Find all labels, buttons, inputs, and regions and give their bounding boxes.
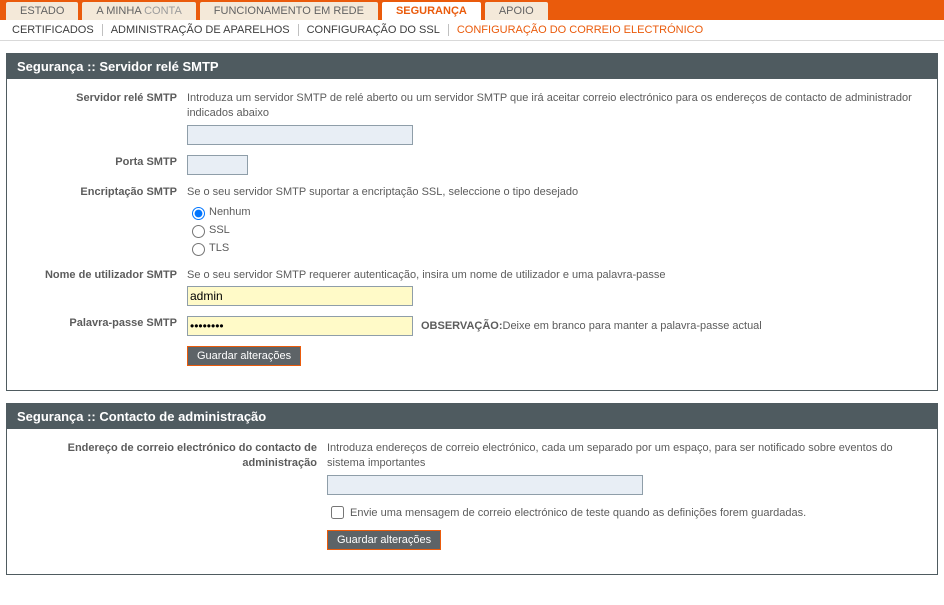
smtp-encryption-desc: Se o seu servidor SMTP suportar a encrip… (187, 185, 927, 200)
tab-seguranca[interactable]: SEGURANÇA (382, 2, 481, 20)
primary-tab-bar: ESTADO A MINHA CONTA FUNCIONAMENTO EM RE… (0, 0, 944, 20)
panel-smtp-relay-body: Servidor relé SMTP Introduza um servidor… (7, 79, 937, 390)
subtab-certificados[interactable]: CERTIFICADOS (4, 24, 103, 36)
tab-rede[interactable]: FUNCIONAMENTO EM REDE (200, 2, 378, 20)
smtp-encryption-ssl-radio[interactable] (192, 225, 205, 238)
smtp-relay-label: Servidor relé SMTP (17, 91, 187, 106)
smtp-encryption-ssl-label: SSL (209, 224, 230, 236)
tab-conta[interactable]: A MINHA CONTA (82, 2, 195, 20)
smtp-password-input[interactable] (187, 316, 413, 336)
smtp-encryption-label: Encriptação SMTP (17, 185, 187, 200)
panel-admin-contact-body: Endereço de correio electrónico do conta… (7, 429, 937, 574)
panel-smtp-relay-title: Segurança :: Servidor relé SMTP (7, 54, 937, 79)
panel-admin-contact: Segurança :: Contacto de administração E… (6, 403, 938, 575)
admin-email-input[interactable] (327, 475, 643, 495)
smtp-username-input[interactable] (187, 286, 413, 306)
smtp-username-label: Nome de utilizador SMTP (17, 268, 187, 283)
smtp-password-label: Palavra-passe SMTP (17, 316, 187, 331)
smtp-password-note-bold: OBSERVAÇÃO: (421, 320, 503, 332)
smtp-encryption-none-radio[interactable] (192, 207, 205, 220)
admin-test-email-checkbox[interactable] (331, 506, 344, 519)
smtp-port-input[interactable] (187, 155, 248, 175)
panel-smtp-relay: Segurança :: Servidor relé SMTP Servidor… (6, 53, 938, 391)
tab-estado[interactable]: ESTADO (6, 2, 78, 20)
smtp-save-button[interactable]: Guardar alterações (187, 346, 301, 366)
tab-apoio[interactable]: APOIO (485, 2, 548, 20)
subtab-config-correio[interactable]: CONFIGURAÇÃO DO CORREIO ELECTRÓNICO (449, 24, 711, 36)
smtp-relay-input[interactable] (187, 125, 413, 145)
secondary-tab-bar: CERTIFICADOS ADMINISTRAÇÃO DE APARELHOS … (0, 20, 944, 41)
smtp-encryption-none-label: Nenhum (209, 206, 251, 218)
smtp-port-label: Porta SMTP (17, 155, 187, 170)
smtp-username-desc: Se o seu servidor SMTP requerer autentic… (187, 268, 927, 283)
smtp-password-note: Deixe em branco para manter a palavra-pa… (503, 320, 762, 332)
tab-conta-a: A MINHA (96, 5, 144, 17)
smtp-encryption-tls-radio[interactable] (192, 243, 205, 256)
smtp-encryption-tls-label: TLS (209, 242, 229, 254)
tab-conta-b: CONTA (144, 5, 182, 17)
subtab-config-ssl[interactable]: CONFIGURAÇÃO DO SSL (299, 24, 449, 36)
admin-test-email-label: Envie uma mensagem de correio electrónic… (350, 507, 806, 519)
admin-save-button[interactable]: Guardar alterações (327, 530, 441, 550)
admin-email-label: Endereço de correio electrónico do conta… (17, 441, 327, 471)
admin-email-desc: Introduza endereços de correio electróni… (327, 441, 927, 471)
subtab-admin-aparelhos[interactable]: ADMINISTRAÇÃO DE APARELHOS (103, 24, 299, 36)
smtp-relay-desc: Introduza um servidor SMTP de relé abert… (187, 91, 927, 121)
panel-admin-contact-title: Segurança :: Contacto de administração (7, 404, 937, 429)
